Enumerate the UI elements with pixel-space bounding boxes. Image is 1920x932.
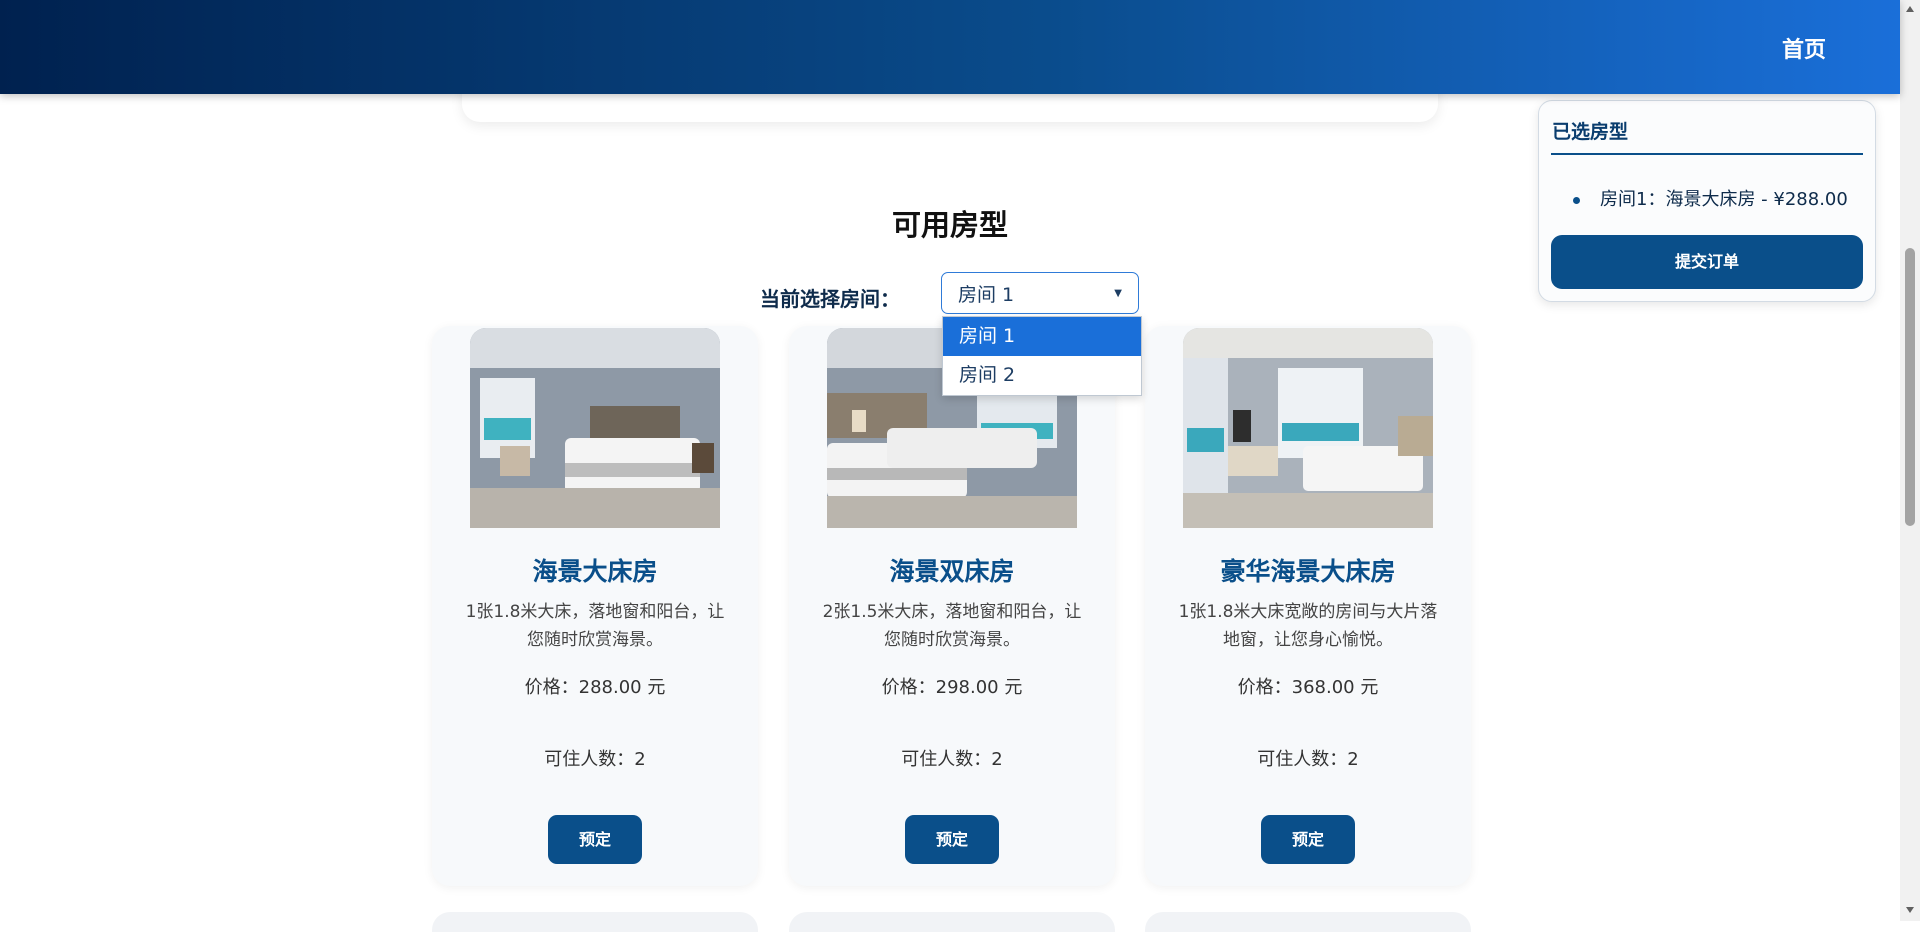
room-card: 海景大床房 1张1.8米大床，落地窗和阳台，让您随时欣赏海景。 价格：288.0… [432, 326, 758, 886]
room-photo-image [470, 328, 720, 528]
room-select-dropdown: 房间 1 房间 2 [942, 316, 1142, 396]
book-button[interactable]: 预定 [905, 815, 999, 864]
next-room-card-edge [432, 912, 758, 932]
room-select[interactable]: 房间 1 ▼ [941, 272, 1139, 314]
scroll-up-arrow-icon[interactable] [1906, 6, 1914, 12]
submit-order-button[interactable]: 提交订单 [1551, 235, 1863, 289]
book-button[interactable]: 预定 [1261, 815, 1355, 864]
scrollbar-thumb[interactable] [1905, 248, 1915, 526]
title-divider [1551, 153, 1863, 155]
room-description: 1张1.8米大床宽敞的房间与大片落地窗，让您身心愉悦。 [1178, 602, 1438, 650]
page-scrollbar[interactable] [1900, 0, 1920, 921]
room-card: 海景双床房 2张1.5米大床，落地窗和阳台，让您随时欣赏海景。 价格：298.0… [789, 326, 1115, 886]
room-option-2[interactable]: 房间 2 [943, 356, 1141, 395]
nav-home-link[interactable]: 首页 [1782, 32, 1826, 64]
room-select-label: 当前选择房间： [760, 287, 900, 311]
room-price: 价格：298.00 元 [881, 677, 1023, 698]
scroll-down-arrow-icon[interactable] [1906, 907, 1914, 913]
room-photo [1183, 328, 1433, 528]
room-card: 豪华海景大床房 1张1.8米大床宽敞的房间与大片落地窗，让您身心愉悦。 价格：3… [1145, 326, 1471, 886]
book-button[interactable]: 预定 [548, 815, 642, 864]
room-price: 价格：288.00 元 [524, 677, 666, 698]
room-name: 海景双床房 [889, 557, 1015, 586]
room-name: 海景大床房 [532, 557, 658, 586]
room-description: 2张1.5米大床，落地窗和阳台，让您随时欣赏海景。 [822, 602, 1082, 650]
room-photo [470, 328, 720, 528]
selected-rooms-panel: 已选房型 房间1：海景大床房 - ¥288.00 提交订单 [1538, 100, 1876, 302]
room-capacity: 可住人数：2 [544, 749, 646, 770]
next-room-card-edge [1145, 912, 1471, 932]
selected-room-text: 房间1：海景大床房 - ¥288.00 [1600, 189, 1848, 210]
top-header: 首页 [0, 0, 1900, 94]
room-capacity: 可住人数：2 [1257, 749, 1359, 770]
selected-room-item: 房间1：海景大床房 - ¥288.00 [1573, 185, 1848, 211]
room-capacity: 可住人数：2 [901, 749, 1003, 770]
room-price: 价格：368.00 元 [1237, 677, 1379, 698]
room-photo-image [1183, 328, 1433, 528]
room-name: 豪华海景大床房 [1220, 557, 1396, 586]
room-option-1[interactable]: 房间 1 [943, 317, 1141, 356]
next-room-card-edge [789, 912, 1115, 932]
bullet-icon [1573, 196, 1580, 204]
room-select-value: 房间 1 [958, 283, 1015, 306]
room-description: 1张1.8米大床，落地窗和阳台，让您随时欣赏海景。 [465, 602, 725, 650]
selected-rooms-title: 已选房型 [1552, 121, 1629, 143]
caret-down-icon: ▼ [1114, 287, 1122, 299]
